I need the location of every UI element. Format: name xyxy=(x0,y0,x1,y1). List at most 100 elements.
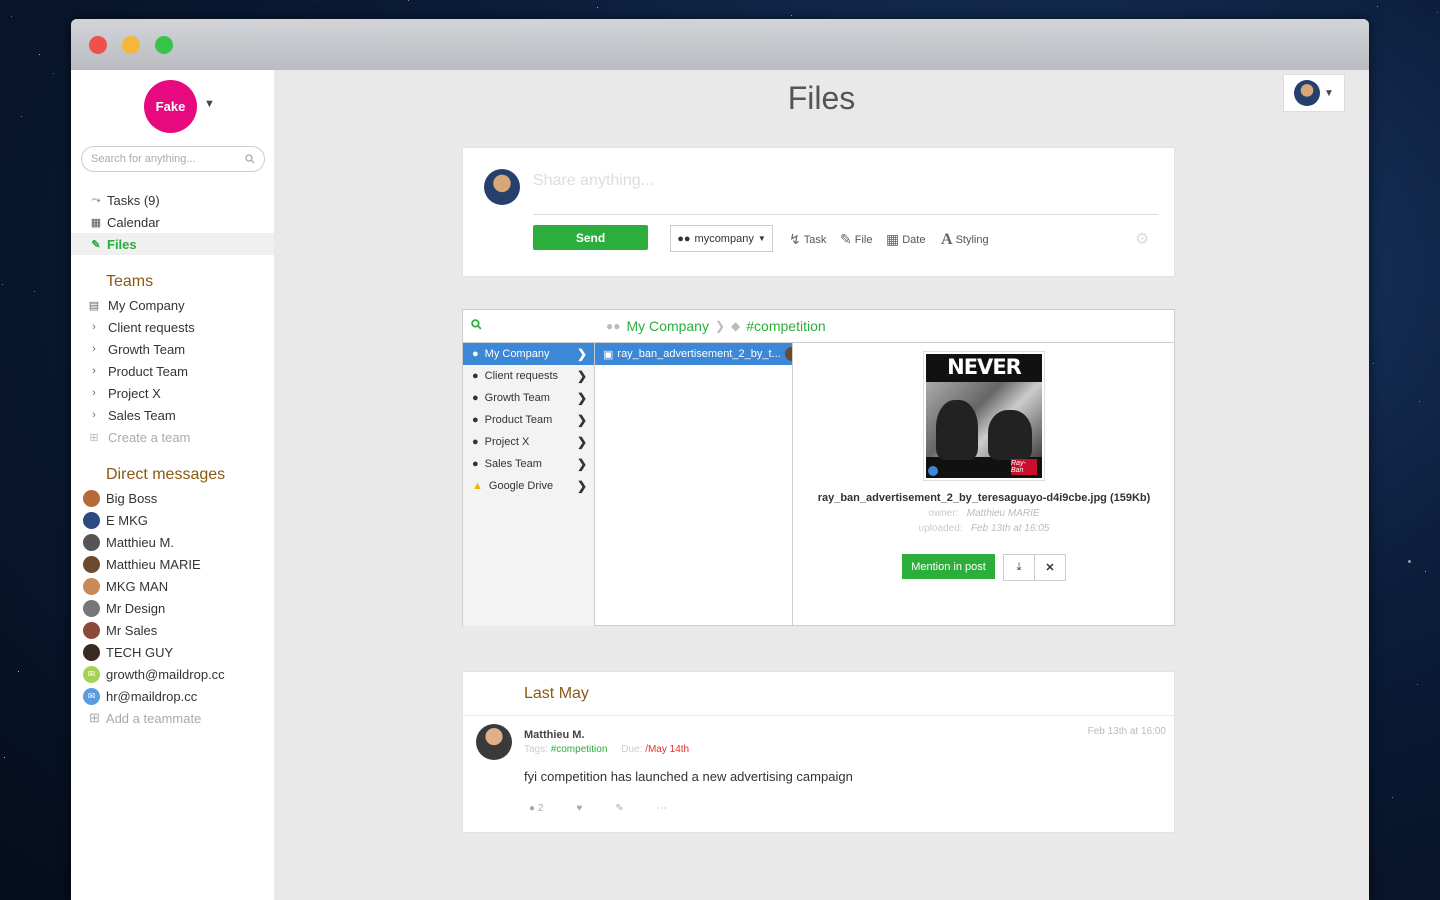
folder-item[interactable]: ● Client requests ❯ xyxy=(463,365,594,387)
close-window-button[interactable] xyxy=(89,36,107,54)
file-owner: owner: Matthieu MARIE xyxy=(793,508,1175,519)
download-icon: ⤓ xyxy=(1016,561,1022,573)
calendar-icon: ▦ xyxy=(90,216,102,229)
zoom-window-button[interactable] xyxy=(155,36,173,54)
tag-icon: ◆ xyxy=(731,319,741,333)
create-team-link[interactable]: ⊞ Create a team xyxy=(88,426,274,448)
folder-item[interactable]: ● Growth Team ❯ xyxy=(463,387,594,409)
chevron-right-icon: ❯ xyxy=(576,347,587,361)
calendar-icon: ▦ xyxy=(886,231,900,247)
workspace-switcher[interactable]: Fake ▼ xyxy=(144,80,215,133)
nav-files[interactable]: ✎ Files xyxy=(71,233,274,255)
team-item-project-x[interactable]: › Project X xyxy=(88,382,274,404)
folder-item[interactable]: ▲ Google Drive ❯ xyxy=(463,475,594,497)
envelope-icon: ✉ xyxy=(83,665,100,683)
target-dropdown[interactable]: ●● mycompany ▼ xyxy=(670,225,773,252)
avatar xyxy=(83,489,100,507)
divider xyxy=(533,214,1158,215)
breadcrumb-item[interactable]: My Company xyxy=(627,318,709,334)
post-actions: ● 2 ♥ ✎ ⋯ xyxy=(529,803,667,814)
uploaded-label: uploaded: xyxy=(918,523,963,534)
delete-button[interactable]: ✕ xyxy=(1034,554,1066,581)
folder-label: Project X xyxy=(484,436,530,448)
folder-item[interactable]: ● My Company ❯ xyxy=(463,343,594,365)
app-window: Fake ▼ Search for anything... ⤳ Tasks (9… xyxy=(71,19,1369,900)
uploaded-value: Feb 13th at 16:05 xyxy=(970,523,1050,534)
team-item-sales-team[interactable]: › Sales Team xyxy=(88,404,274,426)
date-tool-button[interactable]: ▦ Date xyxy=(886,231,925,248)
dm-label: Matthieu M. xyxy=(106,534,174,550)
minimize-window-button[interactable] xyxy=(122,36,140,54)
nav-tasks[interactable]: ⤳ Tasks (9) xyxy=(71,189,274,211)
nav-label: Tasks (9) xyxy=(107,192,160,208)
chevron-down-icon[interactable]: ▼ xyxy=(204,98,215,110)
group-icon: ● xyxy=(472,436,479,448)
team-item-product-team[interactable]: › Product Team xyxy=(88,360,274,382)
group-icon: ● xyxy=(472,458,479,470)
folder-item[interactable]: ● Product Team ❯ xyxy=(463,409,594,431)
group-icon: ●● xyxy=(677,232,691,245)
post-timestamp: Feb 13th at 16:00 xyxy=(1087,726,1166,737)
team-label: Create a team xyxy=(108,429,191,445)
team-label: Project X xyxy=(108,385,161,401)
file-thumbnail[interactable]: NEVER HIDE Ray-Ban xyxy=(923,351,1045,481)
mention-in-post-button[interactable]: Mention in post xyxy=(902,554,995,579)
post-author[interactable]: Matthieu M. xyxy=(524,729,585,741)
dm-item[interactable]: MKG MAN xyxy=(83,575,274,597)
post-meta: Tags: #competition Due: /May 14th xyxy=(524,744,689,755)
composer: Share anything... Send ●● mycompany ▼ ↯ T… xyxy=(462,147,1175,277)
styling-tool-button[interactable]: A Styling xyxy=(941,231,989,249)
folder-item[interactable]: ● Sales Team ❯ xyxy=(463,453,594,475)
company-logo[interactable]: Fake xyxy=(144,80,197,133)
group-icon: ● xyxy=(472,414,479,426)
send-button[interactable]: Send xyxy=(533,225,648,250)
dm-item[interactable]: E MKG xyxy=(83,509,274,531)
chevron-right-icon: ❯ xyxy=(576,435,587,449)
due-label: Due: xyxy=(621,744,643,755)
dm-item[interactable]: Mr Sales xyxy=(83,619,274,641)
comment-button[interactable]: ● 2 xyxy=(529,803,543,814)
edit-button[interactable]: ✎ xyxy=(615,803,623,814)
user-menu-button[interactable]: ▼ xyxy=(1283,74,1345,112)
dm-item[interactable]: TECH GUY xyxy=(83,641,274,663)
dm-item[interactable]: Big Boss xyxy=(83,487,274,509)
bolt-icon: ↯ xyxy=(789,231,801,247)
nav-calendar[interactable]: ▦ Calendar xyxy=(71,211,274,233)
wifi-icon xyxy=(928,466,938,476)
dm-item[interactable]: Mr Design xyxy=(83,597,274,619)
task-tool-button[interactable]: ↯ Task xyxy=(789,231,826,248)
like-button[interactable]: ♥ xyxy=(576,803,582,814)
dm-item[interactable]: ✉ hr@maildrop.cc xyxy=(83,685,274,707)
tool-label: Task xyxy=(803,233,827,246)
folder-item[interactable]: ● Project X ❯ xyxy=(463,431,594,453)
folder-label: Growth Team xyxy=(484,392,550,404)
chevron-right-icon: ❯ xyxy=(576,413,587,427)
team-label: Client requests xyxy=(108,319,195,335)
breadcrumb-item[interactable]: #competition xyxy=(746,318,825,334)
team-item-my-company[interactable]: ▤ My Company xyxy=(88,294,274,316)
paperclip-icon: ✎ xyxy=(91,238,101,251)
gear-icon[interactable]: ⚙ xyxy=(1135,229,1149,249)
dm-item[interactable]: ✉ growth@maildrop.cc xyxy=(83,663,274,685)
add-teammate-link[interactable]: ⊞ Add a teammate xyxy=(83,707,274,729)
team-item-client-requests[interactable]: › Client requests xyxy=(88,316,274,338)
avatar[interactable] xyxy=(476,724,512,760)
dm-item[interactable]: Matthieu M. xyxy=(83,531,274,553)
dm-item[interactable]: Matthieu MARIE xyxy=(83,553,274,575)
search-icon[interactable] xyxy=(471,319,482,330)
search-input[interactable]: Search for anything... xyxy=(81,146,265,172)
dm-label: Mr Design xyxy=(106,600,166,616)
file-item[interactable]: ▣ ray_ban_advertisement_2_by_t... xyxy=(595,343,792,365)
main-content: Files ▼ Share anything... Send ●● mycomp… xyxy=(274,70,1369,900)
file-tool-button[interactable]: ✎ File xyxy=(840,231,872,248)
dm-label: MKG MAN xyxy=(106,578,169,594)
file-preview: NEVER HIDE Ray-Ban ray_ban_advertisement… xyxy=(793,343,1175,626)
share-input[interactable]: Share anything... xyxy=(533,172,654,190)
tag-link[interactable]: #competition xyxy=(551,744,608,755)
more-button[interactable]: ⋯ xyxy=(657,803,667,814)
team-item-growth-team[interactable]: › Growth Team xyxy=(88,338,274,360)
tool-label: Styling xyxy=(955,234,989,246)
download-button[interactable]: ⤓ xyxy=(1003,554,1035,581)
chevron-right-icon: ❯ xyxy=(576,457,587,471)
file-label: ray_ban_advertisement_2_by_t... xyxy=(617,348,781,360)
